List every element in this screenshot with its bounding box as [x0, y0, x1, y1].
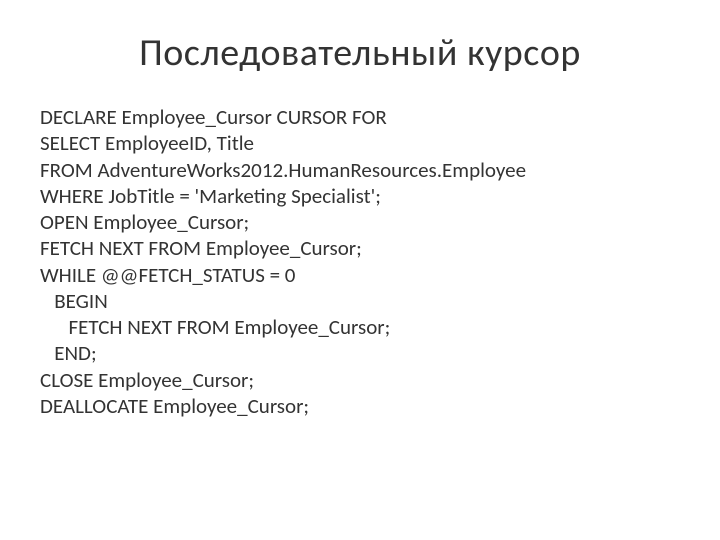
- slide-container: Последовательный курсор DECLARE Employee…: [0, 0, 720, 540]
- sql-code-block: DECLARE Employee_Cursor CURSOR FOR SELEC…: [40, 104, 680, 419]
- slide-title: Последовательный курсор: [40, 30, 680, 76]
